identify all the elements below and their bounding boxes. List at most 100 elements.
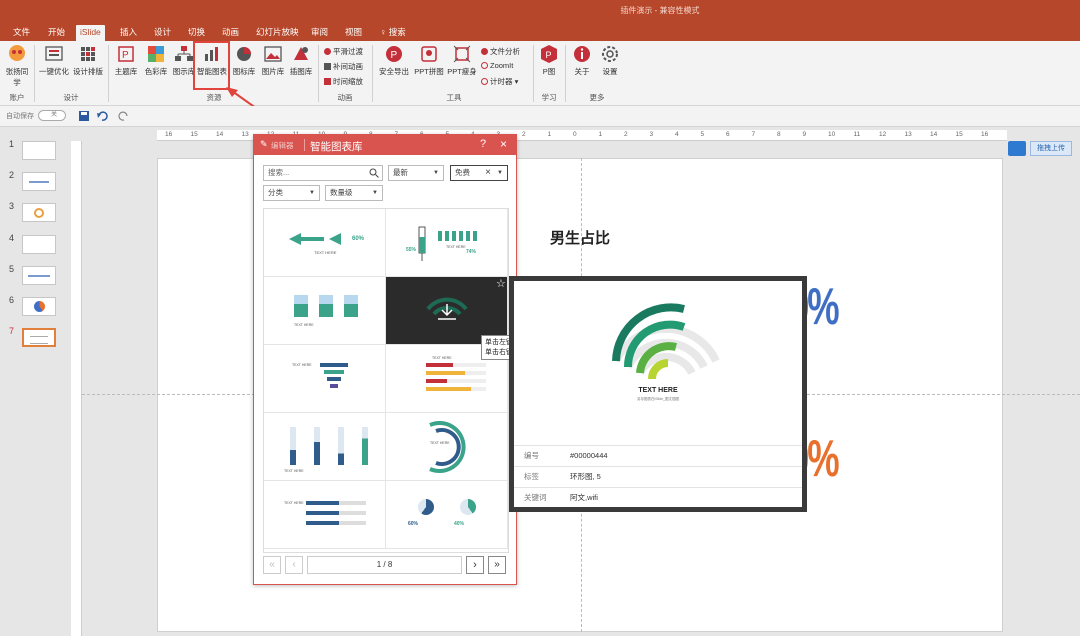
svg-text:P: P: [391, 50, 398, 61]
transition-icon: [324, 48, 331, 55]
slide-thumb-4[interactable]: [22, 235, 56, 254]
tab-design[interactable]: 设计: [150, 25, 175, 41]
about-button[interactable]: 关于: [570, 44, 594, 77]
layout-design-button[interactable]: 设计排版: [72, 44, 104, 77]
quantity-select[interactable]: 数量级 ▼: [325, 185, 383, 201]
tab-slideshow[interactable]: 幻灯片放映: [252, 25, 303, 41]
slide-thumb-6[interactable]: [22, 297, 56, 316]
slide-thumb-1[interactable]: [22, 141, 56, 160]
one-click-optimize-button[interactable]: 一键优化: [38, 44, 70, 77]
favorite-star-icon[interactable]: ☆: [496, 277, 506, 290]
tab-animations[interactable]: 动画: [218, 25, 243, 41]
slide-thumb-5[interactable]: [22, 266, 56, 285]
ruler-tick-label: 5: [700, 131, 705, 138]
panel-title: 智能图表库: [310, 141, 363, 153]
slide-title[interactable]: 男生占比: [550, 227, 610, 248]
meta-row-id: 编号 #00000444: [514, 445, 802, 466]
tab-islide[interactable]: iSlide: [76, 25, 105, 41]
panel-header: ✎ 编辑器 智能图表库 ? ×: [254, 135, 516, 155]
settings-button[interactable]: 设置: [598, 44, 622, 77]
time-scale-icon: [324, 78, 331, 85]
save-icon[interactable]: [78, 110, 90, 122]
first-page-button[interactable]: «: [263, 556, 281, 574]
search-icon[interactable]: [369, 168, 379, 178]
time-scale-button[interactable]: 时间缩放: [324, 76, 363, 87]
last-page-button[interactable]: »: [488, 556, 506, 574]
ruler-tick-label: 13: [241, 131, 249, 138]
smooth-transition-button[interactable]: 平滑过渡: [324, 46, 363, 57]
learn-button[interactable]: P P图: [537, 44, 561, 77]
ppt-slim-button[interactable]: PPT瘦身: [446, 44, 478, 77]
clear-icon[interactable]: ×: [485, 166, 491, 180]
tween-animation-button[interactable]: 补间动画: [324, 61, 363, 72]
slide-thumb-7[interactable]: [22, 328, 56, 347]
icon-library-button[interactable]: 图标库: [230, 44, 258, 77]
illustration-icon: [294, 47, 308, 60]
editor-link[interactable]: 编辑器: [271, 140, 294, 151]
close-button[interactable]: ×: [500, 137, 507, 151]
svg-text:P: P: [122, 50, 129, 61]
ruler-tick-label: 8: [777, 131, 781, 138]
file-analysis-button[interactable]: 文件分析: [481, 46, 520, 57]
thumb-number: 6: [9, 295, 15, 305]
thumb-number: 5: [9, 264, 15, 274]
ruler-tick-label: 6: [726, 131, 730, 138]
chart-item-3[interactable]: TEXT HERE: [264, 277, 386, 345]
undo-icon[interactable]: [96, 110, 108, 122]
account-button[interactable]: 张扬同学: [3, 44, 31, 88]
ribbon-tabs: 文件 开始 iSlide 插入 设计 切换 动画 幻灯片放映 审阅 视图 ♀ 搜…: [0, 22, 1080, 41]
chart-item-1[interactable]: TEXT HERE 60%: [264, 209, 386, 277]
tab-transitions[interactable]: 切换: [184, 25, 209, 41]
hierarchy-icon: [175, 46, 193, 61]
chart-item-7[interactable]: TEXT HERE: [264, 413, 386, 481]
ruler-tick-label: 15: [190, 131, 198, 138]
drag-upload-button[interactable]: 拖拽上传: [1030, 141, 1072, 156]
chevron-down-icon: ▼: [497, 170, 503, 176]
image-library-button[interactable]: 图片库: [259, 44, 287, 77]
download-icon[interactable]: [437, 303, 457, 321]
tab-home[interactable]: 开始: [44, 25, 69, 41]
tab-review[interactable]: 审阅: [307, 25, 332, 41]
category-select[interactable]: 分类 ▼: [263, 185, 320, 201]
cloud-icon[interactable]: [1008, 141, 1026, 156]
chart-item-8[interactable]: TEXT HERE: [386, 413, 508, 481]
meta-row-keywords: 关键词 阿文,wifi: [514, 487, 802, 508]
redo-icon[interactable]: [118, 110, 130, 122]
meta-row-tags: 标签 环形图, 5: [514, 466, 802, 487]
timer-button[interactable]: 计时器 ▾: [481, 76, 518, 87]
chevron-down-icon: ▼: [372, 190, 378, 196]
group-label-animation: 动画: [337, 93, 353, 102]
color-library-button[interactable]: 色彩库: [142, 44, 170, 77]
ruler-tick-label: 14: [930, 131, 938, 138]
chart-item-9[interactable]: TEXT HERE: [264, 481, 386, 549]
safe-export-button[interactable]: P 安全导出: [376, 44, 412, 77]
slide-thumb-2[interactable]: [22, 172, 56, 191]
slide-thumb-3[interactable]: [22, 203, 56, 222]
next-page-button[interactable]: ›: [466, 556, 484, 574]
ruler-tick-label: 3: [649, 131, 654, 138]
sort-select[interactable]: 最新 ▼: [388, 165, 444, 181]
tab-file[interactable]: 文件: [9, 25, 34, 41]
search-input[interactable]: 搜索...: [263, 165, 383, 181]
quick-access-toolbar: 自动保存 关: [0, 106, 1080, 127]
tab-insert[interactable]: 插入: [116, 25, 141, 41]
zoomit-button[interactable]: ZoomIt: [481, 61, 513, 70]
thumb-number: 1: [9, 139, 15, 149]
svg-text:P: P: [546, 50, 552, 60]
tab-view[interactable]: 视图: [341, 25, 366, 41]
price-select[interactable]: 免费 × ▼: [450, 165, 508, 181]
export-icon: P: [386, 46, 402, 62]
prev-page-button[interactable]: ‹: [285, 556, 303, 574]
chart-item-10[interactable]: 60% 40%: [386, 481, 508, 549]
file-analysis-icon: [481, 48, 488, 55]
illustration-library-button[interactable]: 插图库: [287, 44, 315, 77]
help-button[interactable]: ?: [480, 138, 486, 150]
ppt-puzzle-button[interactable]: PPT拼图: [412, 44, 446, 77]
avatar-icon: [9, 45, 25, 61]
tab-search[interactable]: ♀ 搜索: [376, 25, 410, 41]
chart-item-2[interactable]: 55% 74% TEXT HERE: [386, 209, 508, 277]
autosave-toggle[interactable]: 关: [38, 110, 66, 121]
theme-library-button[interactable]: P 主题库: [112, 44, 140, 77]
gear-icon: [602, 46, 618, 62]
chart-item-5[interactable]: TEXT HERE: [264, 345, 386, 413]
